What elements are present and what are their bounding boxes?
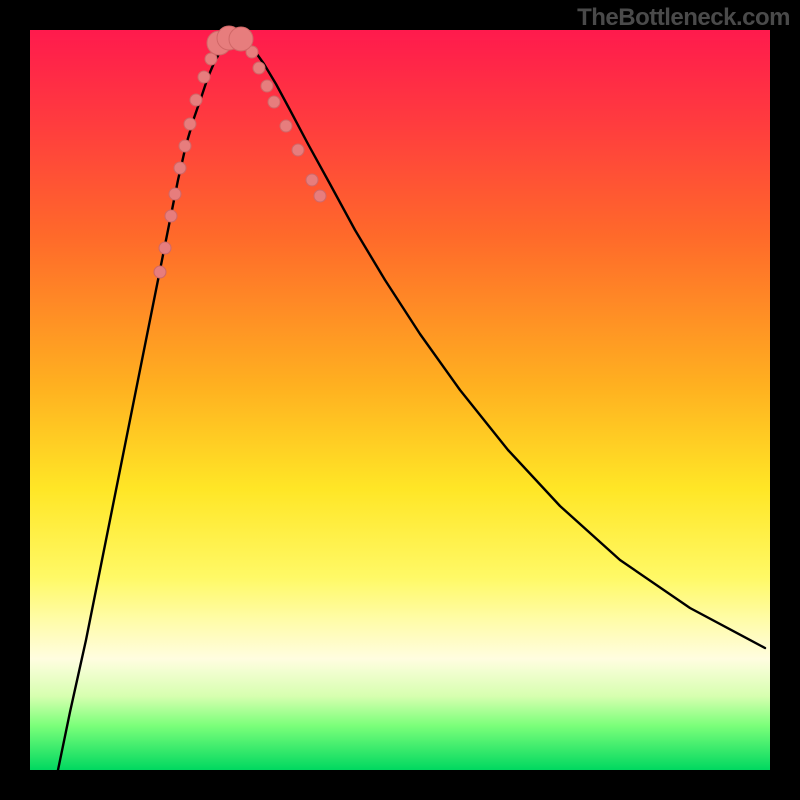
curve-right-curve (238, 38, 765, 648)
data-point (198, 71, 210, 83)
data-point (159, 242, 171, 254)
data-point (229, 27, 253, 51)
curve-left-curve (58, 38, 238, 770)
data-point (165, 210, 177, 222)
data-point (184, 118, 196, 130)
marker-group (154, 26, 326, 278)
data-point (190, 94, 202, 106)
data-point (261, 80, 273, 92)
data-point (314, 190, 326, 202)
data-point (169, 188, 181, 200)
data-point (154, 266, 166, 278)
data-point (292, 144, 304, 156)
data-point (174, 162, 186, 174)
data-point (253, 62, 265, 74)
data-point (179, 140, 191, 152)
data-point (306, 174, 318, 186)
curve-group (58, 38, 765, 770)
data-point (268, 96, 280, 108)
data-point (280, 120, 292, 132)
chart-svg (30, 30, 770, 770)
watermark-text: TheBottleneck.com (577, 4, 790, 32)
